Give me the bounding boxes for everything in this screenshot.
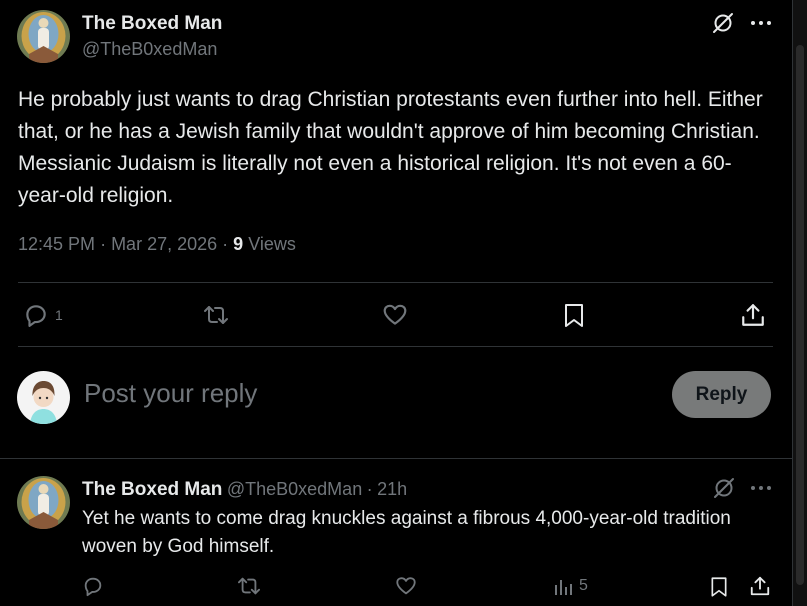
reply-time[interactable]: 21h — [377, 479, 407, 499]
like-button[interactable] — [395, 575, 417, 597]
views-button[interactable]: 5 — [553, 576, 588, 596]
repost-button[interactable] — [202, 302, 230, 328]
views-icon — [555, 580, 572, 595]
reply-author-handle[interactable]: @TheB0xedMan — [227, 479, 362, 499]
reply-count: 1 — [55, 307, 63, 323]
post-text: He probably just wants to drag Christian… — [18, 88, 763, 207]
reply-icon — [26, 305, 46, 327]
reply-header: The Boxed Man @TheB0xedMan · 21h — [82, 479, 407, 501]
scrollbar[interactable] — [793, 0, 807, 606]
user-avatar[interactable] — [17, 371, 70, 424]
bookmark-button[interactable] — [709, 575, 729, 599]
post-meta: 12:45 PM · Mar 27, 2026 · 9 Views — [18, 234, 296, 255]
views-label[interactable]: Views — [248, 234, 296, 254]
reply-input[interactable]: Post your reply — [84, 378, 257, 409]
like-button[interactable] — [382, 302, 408, 328]
share-icon — [750, 576, 770, 596]
grok-icon[interactable] — [710, 10, 736, 36]
divider — [18, 346, 773, 347]
more-icon[interactable] — [748, 12, 774, 34]
meta-separator: · — [366, 479, 373, 499]
share-icon — [742, 304, 764, 326]
post-thread: The Boxed Man @TheB0xedMan He probably j… — [0, 0, 793, 606]
like-icon — [383, 304, 407, 325]
share-button[interactable] — [740, 302, 766, 328]
bookmark-button[interactable] — [562, 302, 586, 329]
reply-author-name[interactable]: The Boxed Man — [82, 479, 222, 500]
views-count[interactable]: 9 — [233, 234, 243, 254]
more-icon[interactable] — [748, 477, 774, 499]
author-avatar[interactable] — [17, 10, 70, 63]
bookmark-icon — [711, 577, 727, 597]
reply-icon — [84, 577, 102, 597]
bookmark-icon — [565, 304, 583, 327]
share-button[interactable] — [749, 575, 771, 597]
post-time[interactable]: 12:45 PM — [18, 234, 95, 254]
repost-icon — [238, 577, 260, 595]
repost-button[interactable] — [236, 575, 262, 597]
like-icon — [396, 577, 416, 595]
meta-separator: · — [222, 234, 234, 254]
submit-reply-button[interactable]: Reply — [672, 371, 771, 418]
grok-icon[interactable] — [711, 475, 737, 501]
reply-button[interactable]: 1 — [23, 302, 63, 328]
divider — [18, 282, 773, 283]
divider — [0, 458, 792, 459]
reply-post-text: Yet he wants to come drag knuckles again… — [82, 508, 731, 557]
author-handle[interactable]: @TheB0xedMan — [82, 39, 217, 60]
reply-views-count: 5 — [579, 577, 588, 594]
reply-button[interactable] — [82, 575, 104, 597]
reply-author-avatar[interactable] — [17, 476, 70, 529]
post-date[interactable]: Mar 27, 2026 — [111, 234, 217, 254]
author-name[interactable]: The Boxed Man — [82, 13, 222, 35]
scrollbar-thumb[interactable] — [796, 45, 804, 585]
meta-separator: · — [100, 234, 112, 254]
repost-icon — [204, 306, 228, 324]
